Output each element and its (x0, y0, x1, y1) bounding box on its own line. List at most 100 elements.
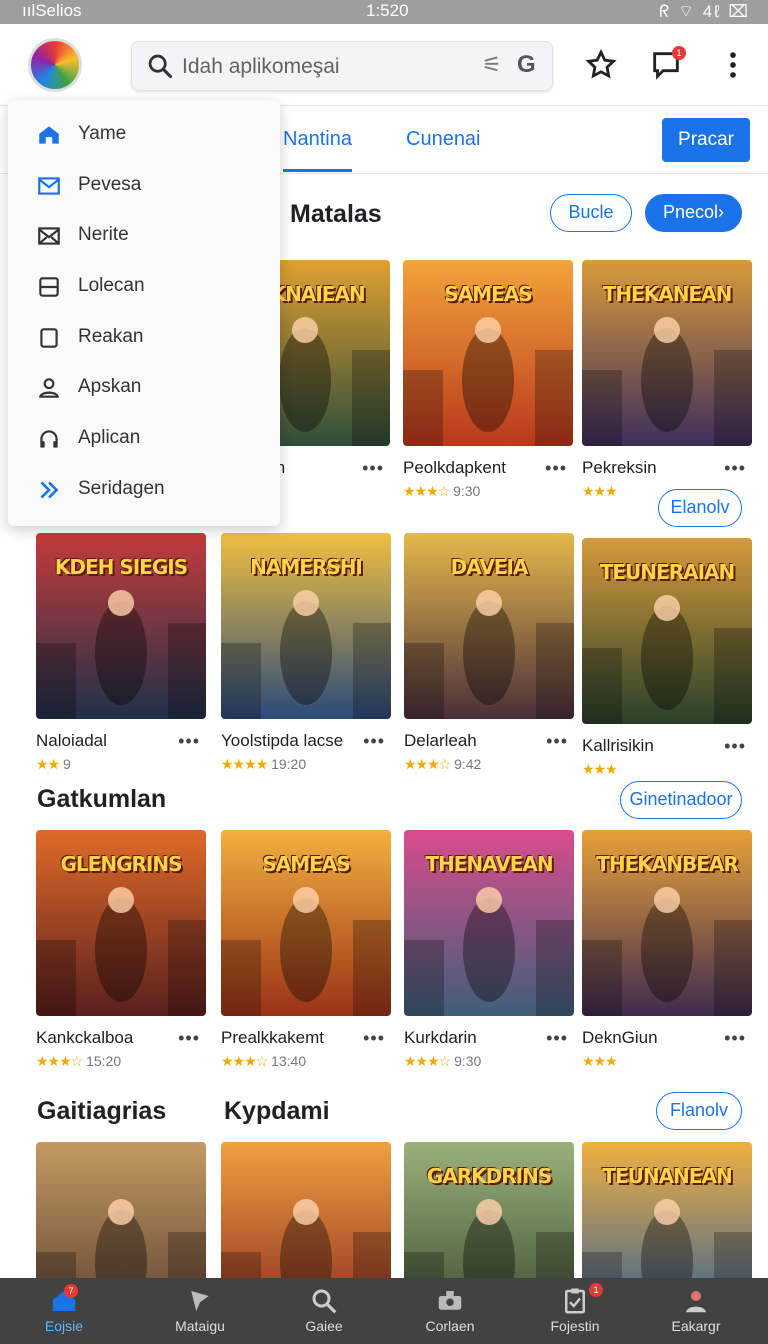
menu-item-reakan[interactable]: Reakan (8, 317, 280, 357)
more-options-icon[interactable]: ••• (545, 458, 567, 479)
menu-item-pevesa[interactable]: Pevesa (8, 165, 280, 205)
game-title: Pekreksin (582, 458, 657, 477)
menu-item-aplican[interactable]: Aplican (8, 418, 280, 458)
rating-stars: ★★★☆ (404, 756, 451, 772)
nav-item-mataigu[interactable]: Mataigu (136, 1278, 264, 1344)
nav-label: Fojestin (550, 1318, 600, 1334)
game-card[interactable]: TEUNERAIAN Kallrisikin ••• ★★★ (582, 538, 752, 778)
flag-icon (191, 1291, 209, 1311)
more-options-icon[interactable]: ••• (724, 1028, 746, 1049)
game-title: Delarleah (404, 731, 477, 750)
nav-item-eakargr[interactable]: Eakargr (632, 1278, 760, 1344)
menu-item-seridagen[interactable]: Seridagen (8, 469, 280, 509)
nav-item-home[interactable]: 7 Eojsie (0, 1278, 128, 1344)
chevrons-icon (40, 481, 59, 499)
more-options-icon[interactable]: ••• (724, 736, 746, 757)
rating-stars: ★★★ (582, 483, 618, 499)
game-card[interactable]: THEKANBEAR DeknGiun ••• ★★★ (582, 830, 752, 1070)
more-options-icon[interactable]: ••• (363, 1028, 385, 1049)
search-icon (148, 54, 173, 79)
game-meta: ★★★★ 19:20 (221, 756, 391, 773)
more-options-icon[interactable]: ••• (724, 458, 746, 479)
see-more-pill[interactable]: Flanolv (656, 1092, 742, 1130)
cover-title-text: SAMEAS (444, 282, 532, 306)
search-bar[interactable]: ⚟ G (131, 41, 553, 91)
game-title: Kurkdarin (404, 1028, 477, 1047)
game-card[interactable]: THEKANEAN Pekreksin ••• ★★★ (582, 260, 752, 500)
rating-stars: ★★★★ (221, 756, 268, 772)
see-more-pill[interactable]: Ginetinadoor (620, 781, 742, 819)
more-options-icon[interactable]: ••• (546, 1028, 568, 1049)
rating-stars: ★★★☆ (403, 483, 450, 499)
app-bar: ⚟ G 1 (0, 24, 768, 106)
mic-icon[interactable]: ⚟ (482, 52, 502, 78)
section-title: Gaitiagrias (37, 1097, 167, 1125)
game-meta: ★★★☆ 15:20 (36, 1053, 206, 1070)
account-icon (686, 1291, 706, 1313)
app-logo[interactable] (28, 38, 82, 92)
more-options-icon[interactable]: ••• (363, 731, 385, 752)
game-time: 15:20 (82, 1053, 122, 1069)
cover-title-text: DAVEIA (450, 555, 529, 579)
minus-box-icon (39, 277, 59, 297)
menu-item-apskan[interactable]: Apskan (8, 367, 280, 407)
game-time: 9:30 (450, 1053, 482, 1069)
search-icon (312, 1289, 337, 1314)
nav-item-fojestin[interactable]: 1 Fojestin (511, 1278, 639, 1344)
game-card[interactable]: NAMERSHI Yoolstipda lacse ••• ★★★★ 19:20 (221, 533, 391, 773)
cover-title-text: TEUNANEAN (602, 1164, 732, 1188)
nav-label: Eojsie (44, 1318, 84, 1334)
game-card[interactable]: GLENGRINS Kankckalboa ••• ★★★☆ 15:20 (36, 830, 206, 1070)
game-card[interactable]: THENAVEAN Kurkdarin ••• ★★★☆ 9:30 (404, 830, 574, 1070)
more-options-icon[interactable]: ••• (546, 731, 568, 752)
more-options-icon[interactable]: ••• (178, 1028, 200, 1049)
menu-item-lolecan[interactable]: Lolecan (8, 266, 280, 306)
game-title: Kallrisikin (582, 736, 654, 755)
search-input[interactable] (182, 52, 472, 82)
game-meta: ★★★ (582, 1053, 752, 1070)
status-bar: ıılSelios 1:520 ᖇ ⌔ 4ℓ ⌧ (0, 0, 768, 24)
bottom-navigation: 7 Eojsie Mataigu Gaiee Corlaen 1 Fojesti… (0, 1278, 768, 1344)
tab-cunenai[interactable]: Cunenai (406, 128, 481, 151)
more-vert-icon[interactable] (716, 48, 750, 82)
game-card[interactable]: SAMEAS Prealkkakemt ••• ★★★☆ 13:40 (221, 830, 391, 1070)
rating-stars: ★★ (36, 756, 60, 772)
game-card[interactable]: KDEH SIEGIS Naloiadal ••• ★★ 9 (36, 533, 206, 773)
cover-title-text: THENAVEAN (425, 852, 553, 876)
mail-icon (38, 177, 60, 195)
rating-stars: ★★★ (582, 1053, 618, 1069)
square-icon (40, 328, 58, 348)
menu-item-label: Apskan (78, 376, 142, 397)
game-meta: ★★★☆ 13:40 (221, 1053, 391, 1070)
clock: 1:520 (366, 1, 409, 20)
star-icon[interactable] (584, 48, 618, 82)
nav-label: Mataigu (175, 1318, 225, 1334)
game-time: 9 (59, 756, 71, 772)
cover-title-text: GLENGRINS (60, 852, 183, 876)
more-options-icon[interactable]: ••• (362, 458, 384, 479)
game-card[interactable]: SAMEAS Peolkdapkent ••• ★★★☆ 9:30 (403, 260, 573, 500)
person-icon (39, 378, 59, 398)
tab-nantina[interactable]: Nantina (283, 128, 352, 172)
menu-item-nerite[interactable]: Nerite (8, 215, 280, 255)
game-card[interactable]: DAVEIA Delarleah ••• ★★★☆ 9:42 (404, 533, 574, 773)
game-title: Kankckalboa (36, 1028, 134, 1047)
filter-pill-elanolv[interactable]: Elanolv (658, 489, 742, 527)
google-icon[interactable]: G (517, 51, 536, 79)
more-options-icon[interactable]: ••• (178, 731, 200, 752)
cover-title-text: NAMERSHI (250, 555, 363, 579)
game-title: Yoolstipda lacse (221, 731, 344, 750)
game-time: 9:42 (450, 756, 482, 772)
menu-item-yame[interactable]: Yame (8, 114, 280, 154)
primary-button[interactable]: Pracar (662, 118, 750, 162)
nav-item-gaiee[interactable]: Gaiee (260, 1278, 388, 1344)
clipboard-icon (565, 1288, 585, 1314)
menu-item-label: Nerite (78, 224, 129, 245)
cover-title-text: THEKANBEAR (596, 852, 739, 876)
rating-stars: ★★★ (582, 761, 618, 777)
filter-pill-pnecol[interactable]: Pnecol› (645, 194, 742, 232)
game-title: Naloiadal (36, 731, 107, 750)
filter-pill-bucle[interactable]: Bucle (550, 194, 632, 232)
game-time: 19:20 (267, 756, 307, 772)
nav-item-corlaen[interactable]: Corlaen (386, 1278, 514, 1344)
